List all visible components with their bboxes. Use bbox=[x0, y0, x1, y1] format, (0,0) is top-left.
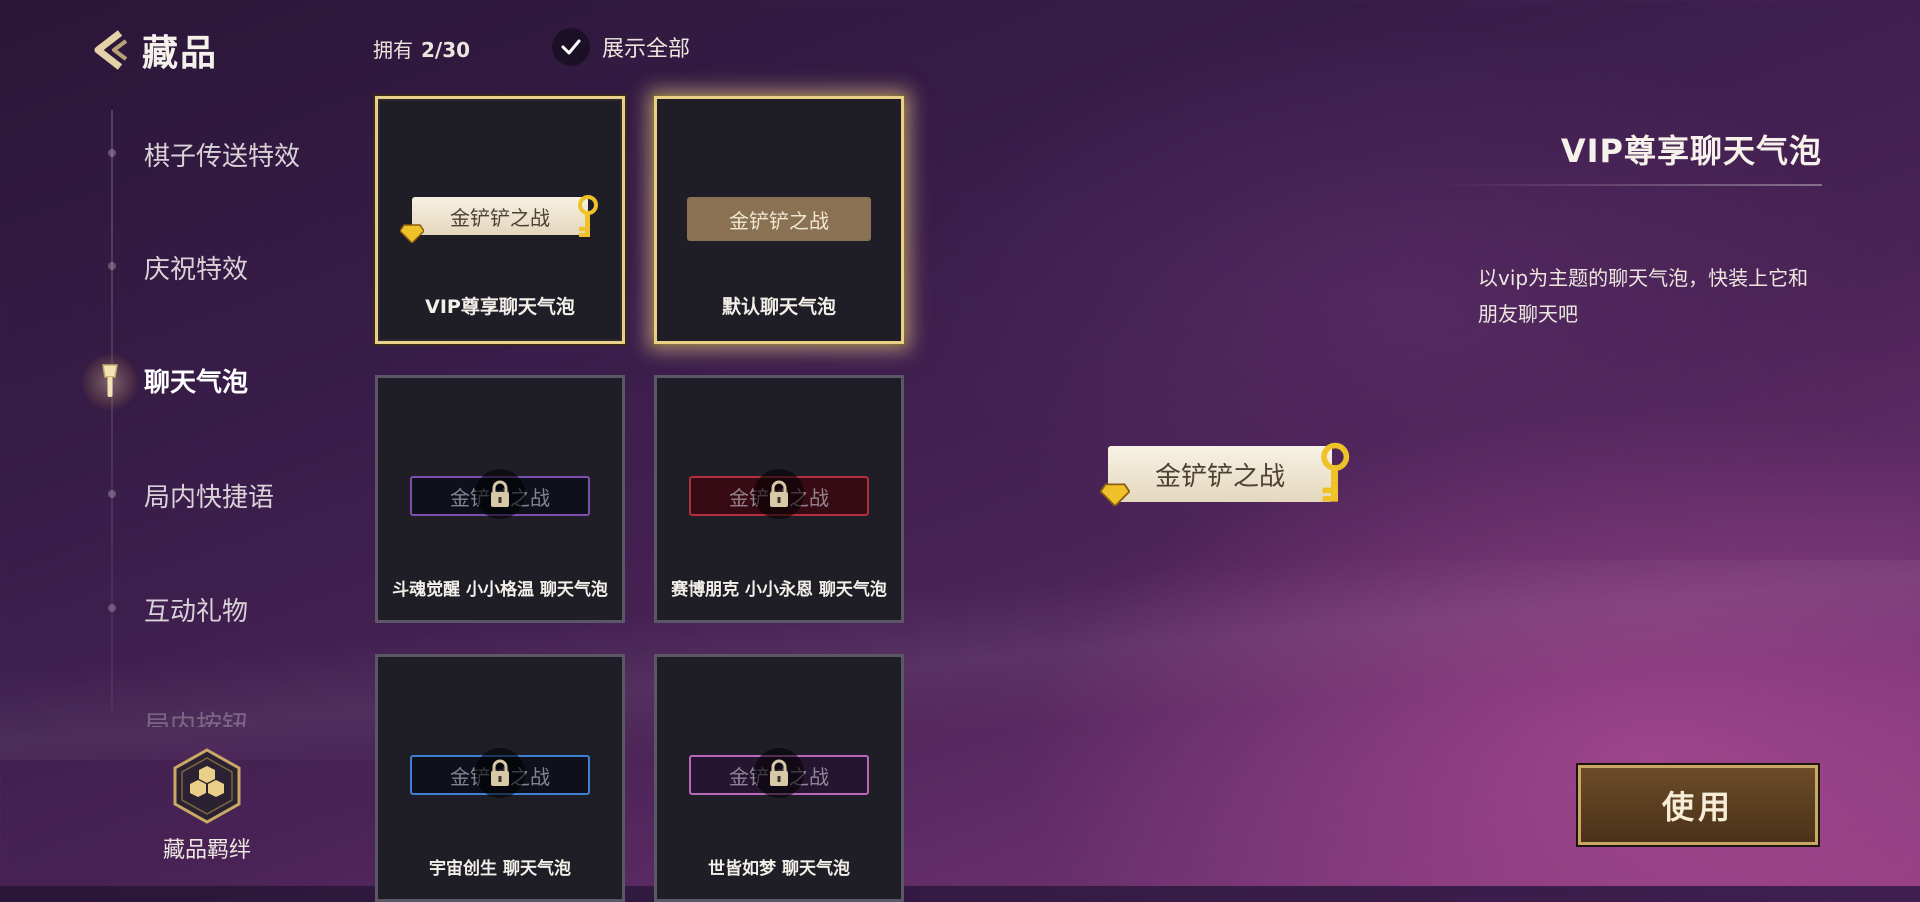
bubble-card-vip[interactable]: 金铲铲之战 VIP尊享聊天气泡 bbox=[375, 96, 625, 344]
checkmark-icon bbox=[561, 39, 581, 55]
nav-item-piece-teleport-effect[interactable]: 棋子传送特效 bbox=[144, 136, 300, 173]
nav-item-chat-bubble[interactable]: 聊天气泡 bbox=[144, 362, 248, 399]
nav-item-in-game-buttons[interactable]: 局内按钮 bbox=[144, 705, 248, 727]
nav-active-indicator bbox=[82, 354, 138, 410]
honeycomb-hex-icon bbox=[173, 748, 241, 824]
nav-item-interactive-gifts[interactable]: 互动礼物 bbox=[144, 591, 248, 628]
bubble-card-cosmic-genesis[interactable]: 金铲铲之战 宇宙创生 聊天气泡 bbox=[375, 654, 625, 902]
spatula-icon bbox=[102, 364, 118, 397]
owned-label: 拥有 bbox=[373, 38, 413, 62]
use-button[interactable]: 使用 bbox=[1578, 765, 1818, 845]
collection-bond-label: 藏品羁绊 bbox=[162, 838, 251, 863]
checkbox[interactable] bbox=[552, 28, 590, 66]
page-title: 藏品 bbox=[142, 33, 219, 74]
card-title: 斗魂觉醒 小小格温 聊天气泡 bbox=[392, 580, 608, 600]
detail-description: 以vip为主题的聊天气泡，快装上它和朋友聊天吧 bbox=[1478, 266, 1809, 326]
key-icon bbox=[578, 195, 598, 237]
nav-rail bbox=[111, 110, 113, 710]
nav-dot bbox=[108, 490, 116, 498]
nav-dot bbox=[108, 262, 116, 270]
lock-icon bbox=[770, 759, 788, 786]
bubble-preview: 金铲铲之战 bbox=[687, 197, 871, 241]
lock-badge bbox=[475, 469, 525, 519]
collection-bond-button[interactable]: 藏品羁绊 bbox=[150, 748, 264, 864]
gem-icon bbox=[1100, 483, 1130, 506]
back-arrow-icon bbox=[94, 30, 128, 70]
gem-icon bbox=[400, 224, 424, 243]
show-all-toggle[interactable]: 展示全部 bbox=[552, 28, 690, 66]
card-title: 默认聊天气泡 bbox=[721, 296, 836, 318]
nav-item-quick-phrases[interactable]: 局内快捷语 bbox=[144, 477, 274, 514]
card-title: VIP尊享聊天气泡 bbox=[425, 296, 575, 318]
show-all-label: 展示全部 bbox=[602, 37, 691, 62]
nav-item-celebration-effect[interactable]: 庆祝特效 bbox=[144, 249, 248, 286]
bubble-card-cyberpunk[interactable]: 金铲铲之战 赛博朋克 小小永恩 聊天气泡 bbox=[654, 375, 904, 623]
lock-icon bbox=[770, 480, 788, 507]
card-title: 赛博朋克 小小永恩 聊天气泡 bbox=[671, 580, 887, 600]
back-button[interactable]: 藏品 bbox=[88, 24, 218, 76]
background-light-sweep bbox=[0, 560, 1920, 760]
detail-title: VIP尊享聊天气泡 bbox=[1560, 132, 1822, 170]
bubble-preview: 金铲铲之战 bbox=[412, 197, 588, 235]
large-bubble-preview: 金铲铲之战 bbox=[1108, 446, 1332, 502]
owned-count: 2/30 bbox=[421, 38, 471, 62]
bubble-card-soul-awakening[interactable]: 金铲铲之战 斗魂觉醒 小小格温 聊天气泡 bbox=[375, 375, 625, 623]
card-title: 世皆如梦 聊天气泡 bbox=[708, 859, 850, 879]
lock-badge bbox=[754, 469, 804, 519]
bubble-card-default[interactable]: 金铲铲之战 默认聊天气泡 bbox=[654, 96, 904, 344]
nav-dot bbox=[108, 149, 116, 157]
lock-badge bbox=[475, 748, 525, 798]
detail-divider bbox=[1440, 184, 1822, 186]
card-title: 宇宙创生 聊天气泡 bbox=[429, 859, 571, 879]
key-icon bbox=[1321, 442, 1350, 502]
nav-dot bbox=[108, 604, 116, 612]
lock-icon bbox=[491, 759, 509, 786]
lock-badge bbox=[754, 748, 804, 798]
bubble-card-all-is-dream[interactable]: 金铲铲之战 世皆如梦 聊天气泡 bbox=[654, 654, 904, 902]
owned-counter: 拥有 2/30 bbox=[373, 34, 470, 63]
lock-icon bbox=[491, 480, 509, 507]
